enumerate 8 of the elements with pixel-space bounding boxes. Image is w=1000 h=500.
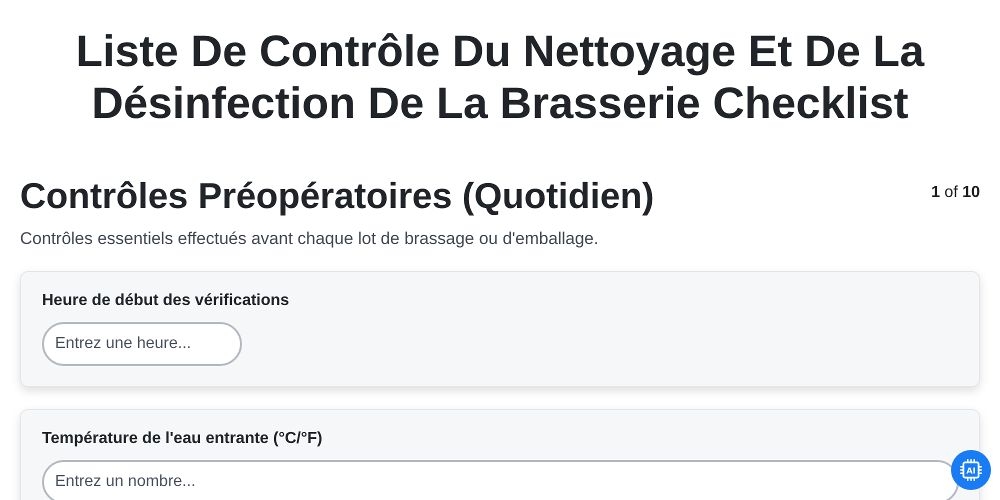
- section-description: Contrôles essentiels effectués avant chaque lot de brassage ou d'emballage.: [20, 229, 600, 249]
- input-field[interactable]: Entrez une heure...: [42, 322, 242, 366]
- question-label: Température de l'eau entrante (°C/°F): [42, 430, 324, 448]
- page-title: Liste De Contrôle Du Nettoyage Et De La Désinfection De La Brasserie Checklist: [74, 26, 926, 130]
- section-heading: Contrôles Préopératoires (Quotidien): [20, 174, 654, 218]
- question-label: Heure de début des vérifications: [42, 292, 290, 310]
- page-indicator: 1 of 10: [931, 184, 980, 202]
- input-field[interactable]: Entrez un nombre...: [42, 460, 959, 500]
